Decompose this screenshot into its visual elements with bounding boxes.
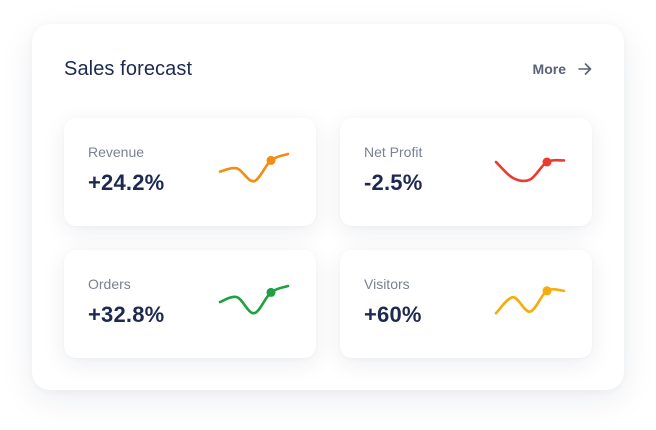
sparkline-marker: [266, 155, 276, 165]
stat-label: Visitors: [364, 276, 410, 292]
stat-label: Net Profit: [364, 144, 423, 160]
stat-label: Revenue: [88, 144, 145, 160]
more-label: More: [532, 61, 566, 77]
stat-value: +60%: [364, 302, 422, 327]
sparkline-path: [218, 152, 290, 183]
sparkline-marker: [542, 286, 552, 296]
orders-sparkline: [218, 284, 290, 315]
stat-value: +32.8%: [88, 302, 165, 327]
revenue-sparkline: [218, 152, 290, 183]
sparkline-marker: [266, 287, 276, 297]
stat-value: -2.5%: [364, 170, 423, 195]
stat-card-orders[interactable]: Orders +32.8%: [64, 250, 316, 358]
sparkline-marker: [542, 157, 552, 167]
stats-grid: Revenue +24.2% Net Profit -2.5% Orders +…: [64, 118, 592, 358]
stat-label: Orders: [88, 276, 131, 292]
visitors-sparkline: [494, 286, 566, 315]
sales-forecast-card: Sales forecast More Revenue +24.2% Net P…: [32, 24, 624, 390]
sparkline-path: [494, 287, 566, 315]
stat-card-revenue[interactable]: Revenue +24.2%: [64, 118, 316, 226]
card-title: Sales forecast: [64, 58, 193, 80]
arrow-right-icon: [578, 63, 592, 75]
net-profit-sparkline: [494, 157, 566, 183]
stat-card-visitors[interactable]: Visitors +60%: [340, 250, 592, 358]
sparkline-path: [494, 158, 566, 183]
more-link[interactable]: More: [533, 61, 592, 77]
sparkline-path: [218, 284, 290, 315]
stat-card-net-profit[interactable]: Net Profit -2.5%: [340, 118, 592, 226]
stat-value: +24.2%: [88, 170, 165, 195]
